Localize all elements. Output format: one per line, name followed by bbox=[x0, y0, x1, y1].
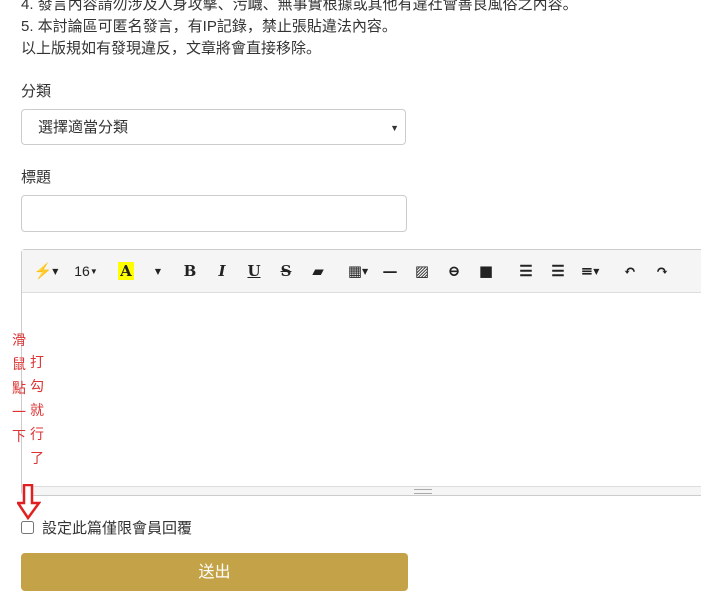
font-size-value: 16 bbox=[74, 263, 90, 279]
unordered-list-icon[interactable]: ☰ bbox=[542, 256, 574, 286]
eraser-icon[interactable]: ▰ bbox=[302, 256, 334, 286]
underline-button[interactable]: U bbox=[238, 256, 270, 286]
redo-icon[interactable]: ↷ bbox=[646, 256, 678, 286]
text-color-icon: A bbox=[118, 262, 134, 280]
members-only-label: 設定此篇僅限會員回覆 bbox=[42, 520, 193, 537]
category-selected: 選擇適當分類 bbox=[38, 119, 129, 136]
text-color-button[interactable]: A bbox=[110, 256, 142, 286]
ordered-list-icon[interactable]: ☰ bbox=[510, 256, 542, 286]
color-dropdown-icon[interactable]: ▼ bbox=[142, 256, 174, 286]
rule-note: 以上版規如有發現違反，文章將會直接移除。 bbox=[21, 40, 322, 57]
table-icon[interactable]: ▦ ▼ bbox=[342, 256, 374, 286]
image-icon[interactable]: ▨ bbox=[406, 256, 438, 286]
align-icon[interactable]: ≡ ▼ bbox=[574, 256, 606, 286]
category-label: 分類 bbox=[21, 83, 52, 100]
forum-rules: 4. 發言內容請勿涉及人身攻擊、污衊、無事實根據或其他有違社會善良風俗之內容。 … bbox=[21, 0, 578, 60]
font-size-button[interactable]: 16 ▼ bbox=[70, 256, 102, 286]
chevron-down-icon: ▼ bbox=[390, 123, 399, 133]
undo-icon[interactable]: ↶ bbox=[614, 256, 646, 286]
link-icon[interactable]: ⊖ bbox=[438, 256, 470, 286]
italic-button[interactable]: I bbox=[206, 256, 238, 286]
rich-text-editor: ⚡ ▼ 16 ▼ A ▼ B I U S ▰ ▦ ▼ — ▨ ⊖ ■ ☰ ☰ ≡ ▼ ↶… bbox=[21, 249, 701, 496]
bold-button[interactable]: B bbox=[174, 256, 206, 286]
editor-toolbar: ⚡ ▼ 16 ▼ A ▼ B I U S ▰ ▦ ▼ — ▨ ⊖ ■ ☰ ☰ ≡ ▼ ↶… bbox=[22, 250, 701, 293]
annotation-col2: 打勾就行了 bbox=[30, 354, 44, 466]
members-only-checkbox[interactable]: 設定此篇僅限會員回覆 bbox=[21, 517, 192, 538]
arrow-down-icon bbox=[17, 484, 41, 520]
resize-handle[interactable] bbox=[22, 486, 701, 495]
magic-style-icon[interactable]: ⚡ ▼ bbox=[30, 256, 62, 286]
strikethrough-button[interactable]: S bbox=[270, 256, 302, 286]
members-only-input[interactable] bbox=[21, 521, 34, 534]
editor-content[interactable] bbox=[22, 293, 701, 489]
title-label: 標題 bbox=[21, 169, 52, 186]
category-select[interactable]: 選擇適當分類 ▼ bbox=[21, 109, 406, 145]
annotation-col1: 滑鼠點一下 bbox=[12, 332, 26, 444]
rule-4: 4. 發言內容請勿涉及人身攻擊、污衊、無事實根據或其他有違社會善良風俗之內容。 bbox=[21, 0, 578, 13]
submit-button[interactable]: 送出 bbox=[21, 553, 408, 591]
rule-5: 5. 本討論區可匿名發言，有IP記錄，禁止張貼違法內容。 bbox=[21, 18, 397, 35]
title-input[interactable] bbox=[21, 195, 407, 232]
video-icon[interactable]: ■ bbox=[470, 256, 502, 286]
horizontal-rule-icon[interactable]: — bbox=[374, 256, 406, 286]
